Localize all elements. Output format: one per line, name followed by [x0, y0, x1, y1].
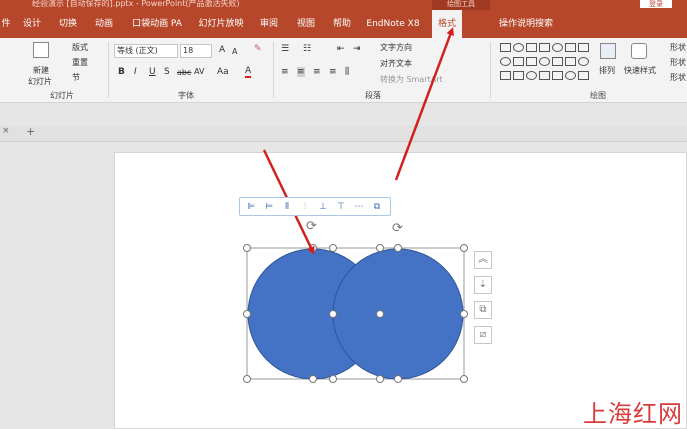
layout-option-button-3[interactable]: ⧄	[474, 326, 492, 344]
resize-handle[interactable]	[376, 244, 384, 252]
annotation-arrow-up	[394, 27, 454, 181]
align-tool-button-1[interactable]: ⊨	[263, 201, 275, 213]
resize-handle[interactable]	[460, 244, 468, 252]
layout-option-button-2[interactable]: ⧉	[474, 301, 492, 319]
align-tool-button-5[interactable]: ⊤	[335, 201, 347, 213]
align-tool-button-0[interactable]: ⊫	[245, 201, 257, 213]
resize-handle[interactable]	[394, 375, 402, 383]
resize-handle[interactable]	[329, 375, 337, 383]
resize-handle[interactable]	[309, 375, 317, 383]
resize-handle[interactable]	[329, 310, 337, 318]
resize-handle[interactable]	[243, 244, 251, 252]
align-tool-button-2[interactable]: ⫴	[281, 201, 293, 213]
resize-handle[interactable]	[376, 310, 384, 318]
resize-handle[interactable]	[376, 375, 384, 383]
watermark: 上海红网	[583, 400, 683, 428]
resize-handle[interactable]	[243, 310, 251, 318]
layout-option-button-0[interactable]: ︽	[474, 251, 492, 269]
resize-handle[interactable]	[394, 244, 402, 252]
rotate-handle-left[interactable]: ⟳	[306, 219, 317, 234]
resize-handle[interactable]	[460, 310, 468, 318]
resize-handle[interactable]	[460, 375, 468, 383]
resize-handle[interactable]	[243, 375, 251, 383]
resize-handle[interactable]	[329, 244, 337, 252]
align-tool-button-3[interactable]: ⫶	[299, 201, 311, 213]
rotate-handle-right[interactable]: ⟳	[392, 221, 403, 236]
align-tool-button-7[interactable]: ⧉	[371, 201, 383, 213]
align-tool-button-4[interactable]: ⊥	[317, 201, 329, 213]
layout-option-button-1[interactable]: ⇣	[474, 276, 492, 294]
align-tool-button-6[interactable]: ⋯	[353, 201, 365, 213]
align-floating-toolbar: ⊫ ⊨ ⫴ ⫶ ⊥ ⊤ ⋯ ⧉	[239, 197, 391, 216]
circle-shape-right[interactable]	[332, 248, 464, 380]
